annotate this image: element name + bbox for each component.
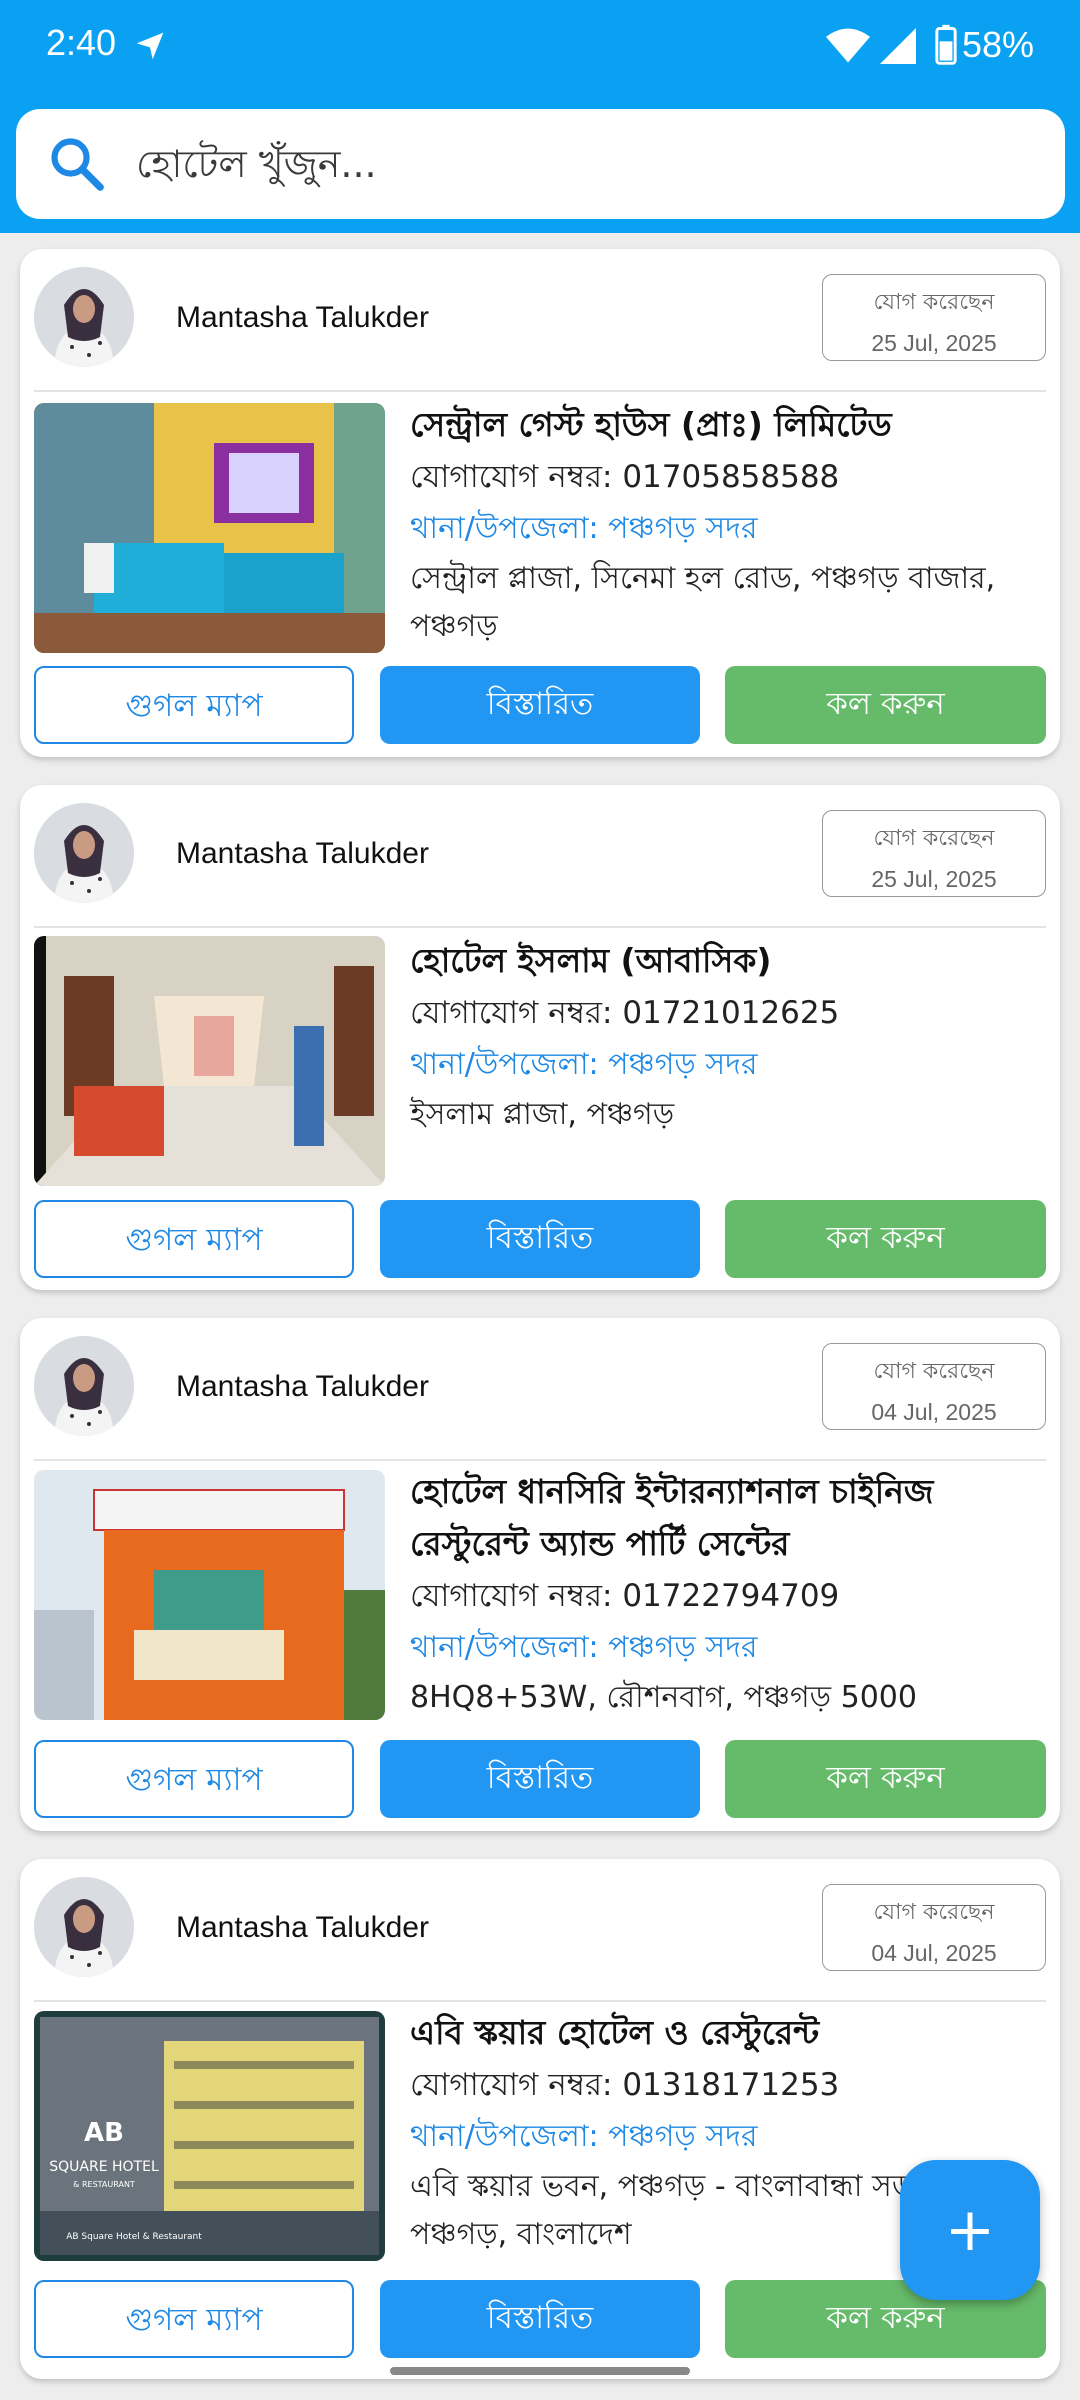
contact-number: যোগাযোগ নম্বর: 01721012625 (410, 995, 840, 1031)
google-map-button[interactable]: গুগল ম্যাপ (34, 2280, 354, 2358)
joined-label: যোগ করেছেন (873, 1359, 995, 1384)
hotel-card: Mantasha Talukder যোগ করেছেন 04 Jul, 202… (20, 1318, 1060, 1831)
details-button[interactable]: বিস্তারিত (380, 1200, 700, 1278)
divider (34, 926, 1046, 928)
wifi-icon (826, 28, 870, 63)
cellular-signal-icon (880, 28, 916, 64)
divider (34, 390, 1046, 392)
thana-upazila: থানা/উপজেলা: পঞ্চগড় সদর (410, 1630, 758, 1665)
joined-label: যোগ করেছেন (873, 1900, 995, 1925)
hotel-address: 8HQ8+53W, রৌশনবাগ, পঞ্চগড় 5000 (410, 1680, 917, 1715)
hotel-name: এবি স্কয়ার হোটেল ও রেস্টুরেন্ট (410, 2013, 820, 2052)
hotel-info: সেন্ট্রাল গেস্ট হাউস (প্রাঃ) লিমিটেড যোগ… (410, 399, 1050, 651)
add-hotel-fab[interactable]: + (900, 2160, 1040, 2300)
hotel-card: Mantasha Talukder যোগ করেছেন 04 Jul, 202… (20, 1859, 1060, 2379)
joined-date-badge: যোগ করেছেন 25 Jul, 2025 (822, 810, 1046, 897)
google-map-button[interactable]: গুগল ম্যাপ (34, 1740, 354, 1818)
app-header: 2:40 58% (0, 0, 1080, 233)
avatar (34, 267, 134, 367)
contact-number: যোগাযোগ নম্বর: 01722794709 (410, 1578, 840, 1614)
hotel-photo[interactable] (34, 1470, 385, 1720)
battery-percentage: 58% (962, 24, 1035, 65)
thana-upazila: থানা/উপজেলা: পঞ্চগড় সদর (410, 2119, 758, 2154)
hotel-card: Mantasha Talukder যোগ করেছেন 25 Jul, 202… (20, 249, 1060, 757)
hotel-card: Mantasha Talukder যোগ করেছেন 25 Jul, 202… (20, 785, 1060, 1290)
user-name: Mantasha Talukder (176, 837, 429, 870)
navigation-arrow-icon (136, 32, 164, 60)
search-input[interactable] (136, 129, 1016, 199)
hotel-name: হোটেল ধানসিরি ইন্টারন্যাশনাল চাইনিজ রেস্… (410, 1472, 934, 1563)
hotel-address: ইসলাম প্লাজা, পঞ্চগড় (410, 1097, 675, 1132)
hotel-photo[interactable] (34, 936, 385, 1186)
avatar (34, 1336, 134, 1436)
joined-date: 25 Jul, 2025 (871, 330, 997, 356)
call-button[interactable]: কল করুন (725, 666, 1046, 744)
thana-upazila: থানা/উপজেলা: পঞ্চগড় সদর (410, 1047, 758, 1082)
photo-sign-subtitle: & RESTAURANT (73, 2180, 135, 2189)
search-bar[interactable] (16, 109, 1065, 219)
joined-label: যোগ করেছেন (873, 826, 995, 851)
contact-number: যোগাযোগ নম্বর: 01318171253 (410, 2067, 840, 2103)
hotel-info: হোটেল ধানসিরি ইন্টারন্যাশনাল চাইনিজ রেস্… (410, 1466, 1050, 1722)
photo-sign-logo: AB (84, 2118, 124, 2148)
hotel-photo[interactable] (34, 403, 385, 653)
joined-label: যোগ করেছেন (873, 290, 995, 315)
photo-sign-title: SQUARE HOTEL (49, 2159, 159, 2175)
status-time: 2:40 (46, 22, 117, 63)
user-name: Mantasha Talukder (176, 1370, 429, 1403)
details-button[interactable]: বিস্তারিত (380, 1740, 700, 1818)
details-button[interactable]: বিস্তারিত (380, 666, 700, 744)
battery-icon (935, 24, 957, 65)
avatar (34, 803, 134, 903)
user-name: Mantasha Talukder (176, 301, 429, 334)
joined-date: 04 Jul, 2025 (871, 1940, 997, 1966)
hotel-address: সেন্ট্রাল প্লাজা, সিনেমা হল রোড, পঞ্চগড়… (410, 561, 996, 644)
joined-date-badge: যোগ করেছেন 04 Jul, 2025 (822, 1343, 1046, 1430)
home-indicator[interactable] (390, 2367, 690, 2375)
divider (34, 2000, 1046, 2002)
photo-sign-caption: AB Square Hotel & Restaurant (66, 2232, 202, 2242)
hotel-photo[interactable]: AB SQUARE HOTEL & RESTAURANT AB Square H… (34, 2011, 385, 2261)
status-bar: 2:40 58% (0, 0, 1080, 95)
divider (34, 1459, 1046, 1461)
contact-number: যোগাযোগ নম্বর: 01705858588 (410, 459, 840, 495)
details-button[interactable]: বিস্তারিত (380, 2280, 700, 2358)
search-icon (51, 138, 104, 191)
call-button[interactable]: কল করুন (725, 1740, 1046, 1818)
google-map-button[interactable]: গুগল ম্যাপ (34, 666, 354, 744)
hotel-name: হোটেল ইসলাম (আবাসিক) (410, 941, 772, 980)
joined-date-badge: যোগ করেছেন 25 Jul, 2025 (822, 274, 1046, 361)
call-button[interactable]: কল করুন (725, 1200, 1046, 1278)
thana-upazila: থানা/উপজেলা: পঞ্চগড় সদর (410, 511, 758, 546)
hotel-info: হোটেল ইসলাম (আবাসিক) যোগাযোগ নম্বর: 0172… (410, 935, 1050, 1139)
google-map-button[interactable]: গুগল ম্যাপ (34, 1200, 354, 1278)
avatar (34, 1877, 134, 1977)
hotel-name: সেন্ট্রাল গেস্ট হাউস (প্রাঃ) লিমিটেড (410, 405, 892, 444)
joined-date: 04 Jul, 2025 (871, 1399, 997, 1425)
joined-date: 25 Jul, 2025 (871, 866, 997, 892)
user-name: Mantasha Talukder (176, 1911, 429, 1944)
joined-date-badge: যোগ করেছেন 04 Jul, 2025 (822, 1884, 1046, 1971)
